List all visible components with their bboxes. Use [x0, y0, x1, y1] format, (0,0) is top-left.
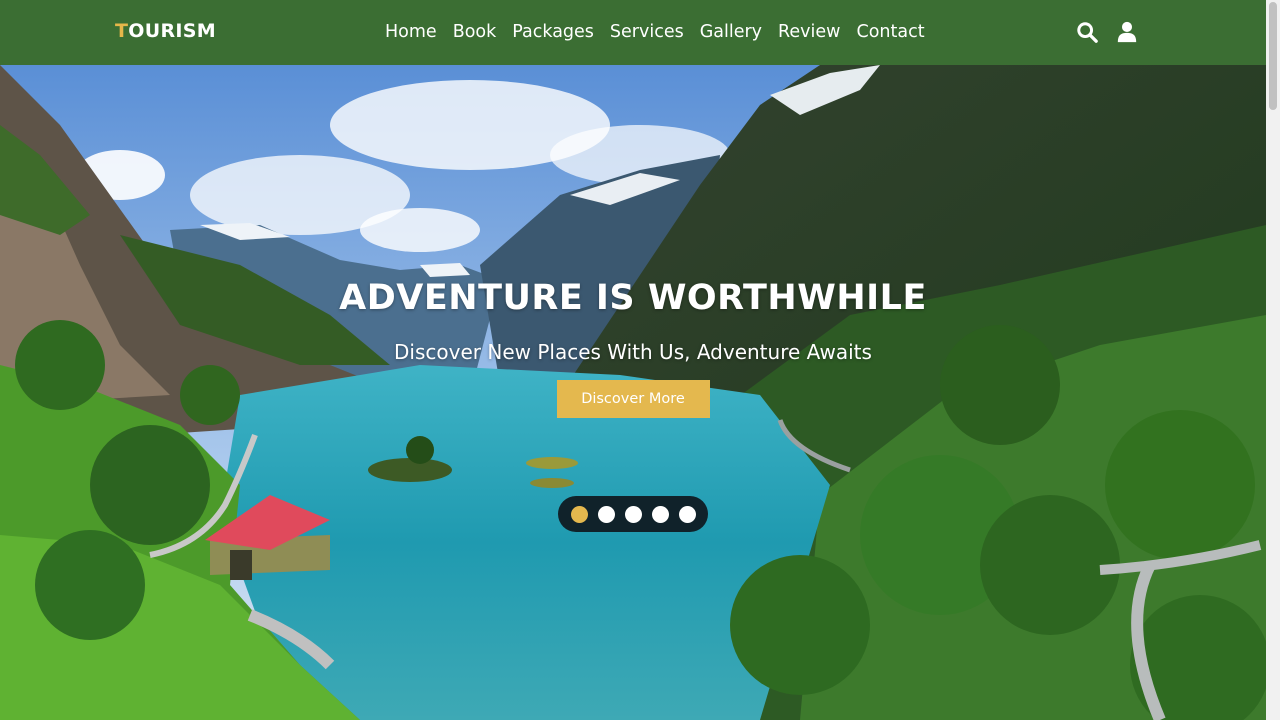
nav-services[interactable]: Services — [610, 20, 684, 44]
slider-dots — [558, 496, 708, 532]
discover-more-button[interactable]: Discover More — [556, 380, 710, 418]
slider-dot-1[interactable] — [570, 505, 588, 523]
scrollbar-thumb[interactable] — [1269, 2, 1277, 110]
header-icons — [1076, 21, 1138, 43]
hero-title: ADVENTURE IS WORTHWHILE — [339, 278, 927, 318]
logo-rest: OURISM — [128, 20, 216, 42]
site-header: TOURISM Home Book Packages Services Gall… — [0, 0, 1266, 65]
nav-gallery[interactable]: Gallery — [700, 20, 762, 44]
main-nav: Home Book Packages Services Gallery Revi… — [377, 20, 933, 44]
slider-dot-4[interactable] — [651, 505, 669, 523]
search-icon[interactable] — [1076, 21, 1098, 43]
hero-subtitle: Discover New Places With Us, Adventure A… — [394, 340, 872, 364]
user-icon[interactable] — [1116, 21, 1138, 43]
slider-dot-2[interactable] — [597, 505, 615, 523]
site-logo[interactable]: TOURISM — [115, 20, 216, 42]
hero-section: ADVENTURE IS WORTHWHILE Discover New Pla… — [0, 65, 1266, 720]
nav-home[interactable]: Home — [385, 20, 437, 44]
slider-dot-3[interactable] — [624, 505, 642, 523]
logo-first-letter: T — [115, 20, 129, 42]
nav-review[interactable]: Review — [778, 20, 840, 44]
nav-packages[interactable]: Packages — [512, 20, 594, 44]
nav-contact[interactable]: Contact — [856, 20, 924, 44]
page-scrollbar[interactable] — [1266, 0, 1280, 720]
slider-dot-5[interactable] — [678, 505, 696, 523]
nav-book[interactable]: Book — [453, 20, 497, 44]
hero-content: ADVENTURE IS WORTHWHILE Discover New Pla… — [0, 278, 1266, 418]
